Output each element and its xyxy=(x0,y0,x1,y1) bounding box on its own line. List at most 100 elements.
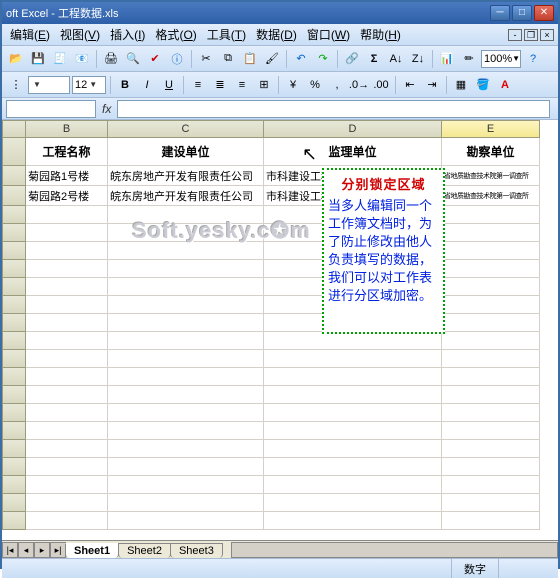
fill-color-icon[interactable]: 🪣 xyxy=(473,75,493,95)
menu-view[interactable]: 视图(V) xyxy=(56,24,104,45)
row-header[interactable] xyxy=(2,186,26,206)
cell[interactable] xyxy=(26,386,108,404)
cell[interactable] xyxy=(442,440,540,458)
copy-icon[interactable]: ⧉ xyxy=(218,49,238,69)
cell[interactable] xyxy=(442,278,540,296)
cell[interactable] xyxy=(26,440,108,458)
cell[interactable]: 皖东房地产开发有限责任公司 xyxy=(108,186,264,206)
row-header[interactable] xyxy=(2,422,26,440)
cell[interactable] xyxy=(26,458,108,476)
close-button[interactable]: ✕ xyxy=(534,5,554,21)
horizontal-scrollbar[interactable] xyxy=(231,542,558,558)
cell[interactable] xyxy=(108,314,264,332)
cell[interactable] xyxy=(26,224,108,242)
cell[interactable] xyxy=(108,224,264,242)
cell[interactable] xyxy=(442,386,540,404)
cell[interactable] xyxy=(26,368,108,386)
col-header-E[interactable]: E xyxy=(442,120,540,138)
menu-data[interactable]: 数据(D) xyxy=(252,24,301,45)
row-header[interactable] xyxy=(2,350,26,368)
align-right-icon[interactable]: ≡ xyxy=(232,75,252,95)
cell[interactable] xyxy=(108,368,264,386)
cell[interactable] xyxy=(108,494,264,512)
worksheet-grid[interactable]: B C D E 工程名称 建设单位 监理单位 勘察单位 菊园路1号楼 皖东房地产… xyxy=(2,120,558,540)
mail-icon[interactable]: 📧 xyxy=(72,49,92,69)
cell[interactable] xyxy=(108,206,264,224)
cell[interactable] xyxy=(442,224,540,242)
help-icon[interactable]: ? xyxy=(523,49,543,69)
paste-icon[interactable]: 📋 xyxy=(240,49,260,69)
dec-indent-icon[interactable]: ⇤ xyxy=(400,75,420,95)
cell[interactable] xyxy=(264,404,442,422)
cell[interactable] xyxy=(108,242,264,260)
cell[interactable] xyxy=(26,296,108,314)
menu-tools[interactable]: 工具(T) xyxy=(203,24,250,45)
cell[interactable] xyxy=(108,476,264,494)
row-header[interactable] xyxy=(2,138,26,166)
row-header[interactable] xyxy=(2,260,26,278)
merge-icon[interactable]: ⊞ xyxy=(254,75,274,95)
row-header[interactable] xyxy=(2,512,26,530)
cell[interactable] xyxy=(264,422,442,440)
col-header-C[interactable]: C xyxy=(108,120,264,138)
row-header[interactable] xyxy=(2,206,26,224)
font-size-select[interactable]: 12▼ xyxy=(72,76,106,94)
cell[interactable] xyxy=(108,260,264,278)
cell[interactable]: 菊园路2号楼 xyxy=(26,186,108,206)
row-header[interactable] xyxy=(2,314,26,332)
cell[interactable] xyxy=(442,404,540,422)
row-header[interactable] xyxy=(2,404,26,422)
row-header[interactable] xyxy=(2,368,26,386)
cell[interactable] xyxy=(442,296,540,314)
cell[interactable] xyxy=(442,350,540,368)
cell[interactable] xyxy=(26,422,108,440)
row-header[interactable] xyxy=(2,386,26,404)
sheet-tab[interactable]: Sheet3 xyxy=(170,543,223,558)
cell[interactable] xyxy=(26,332,108,350)
cell[interactable] xyxy=(442,458,540,476)
sort-desc-icon[interactable]: Z↓ xyxy=(408,49,428,69)
cell[interactable] xyxy=(26,494,108,512)
research-icon[interactable]: ⓘ xyxy=(167,49,187,69)
row-header[interactable] xyxy=(2,278,26,296)
cell[interactable] xyxy=(26,350,108,368)
font-family-select[interactable]: ▼ xyxy=(28,76,70,94)
inc-indent-icon[interactable]: ⇥ xyxy=(422,75,442,95)
sum-icon[interactable]: Σ xyxy=(364,49,384,69)
save-icon[interactable]: 💾 xyxy=(28,49,48,69)
tab-nav-next[interactable]: ▸ xyxy=(34,542,50,558)
mdi-minimize[interactable]: - xyxy=(508,29,522,41)
cell[interactable] xyxy=(264,332,442,350)
sheet-tab[interactable]: Sheet2 xyxy=(118,543,171,558)
cell[interactable]: 省地质勘查技术院第一调查所 xyxy=(442,186,540,206)
cell[interactable] xyxy=(108,296,264,314)
row-header[interactable] xyxy=(2,494,26,512)
cell[interactable] xyxy=(108,440,264,458)
toolbar-options-icon[interactable]: ⋮ xyxy=(6,75,26,95)
font-color-icon[interactable]: A xyxy=(495,75,515,95)
row-header[interactable] xyxy=(2,166,26,186)
cell[interactable] xyxy=(264,512,442,530)
cell[interactable] xyxy=(264,494,442,512)
undo-icon[interactable]: ↶ xyxy=(291,49,311,69)
drawing-icon[interactable]: ✏ xyxy=(459,49,479,69)
menu-edit[interactable]: 编辑(E) xyxy=(6,24,54,45)
row-header[interactable] xyxy=(2,440,26,458)
permission-icon[interactable]: 🧾 xyxy=(50,49,70,69)
maximize-button[interactable]: □ xyxy=(512,5,532,21)
cell[interactable]: 省地质勘查技术院第一调查所 xyxy=(442,166,540,186)
cell[interactable] xyxy=(26,260,108,278)
col-header-D[interactable]: D xyxy=(264,120,442,138)
tab-nav-prev[interactable]: ◂ xyxy=(18,542,34,558)
cell[interactable] xyxy=(264,350,442,368)
cell[interactable] xyxy=(26,404,108,422)
tab-nav-first[interactable]: |◂ xyxy=(2,542,18,558)
print-icon[interactable]: 🖨 xyxy=(101,49,121,69)
row-header[interactable] xyxy=(2,476,26,494)
chart-icon[interactable]: 📊 xyxy=(437,49,457,69)
cell[interactable]: 菊园路1号楼 xyxy=(26,166,108,186)
menu-window[interactable]: 窗口(W) xyxy=(303,24,354,45)
cell[interactable] xyxy=(442,206,540,224)
cell[interactable] xyxy=(26,476,108,494)
cell[interactable] xyxy=(26,512,108,530)
